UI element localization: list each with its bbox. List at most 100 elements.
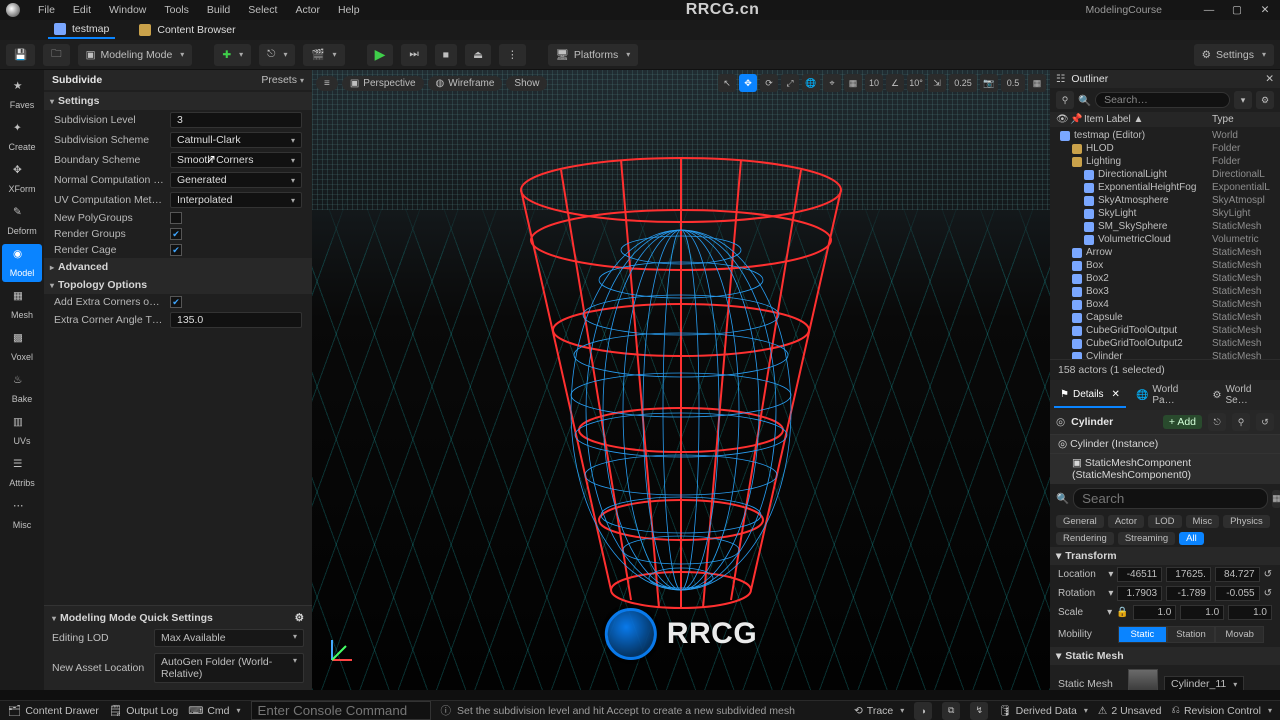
mobility-stationary[interactable]: Station — [1167, 626, 1216, 643]
tab-details[interactable]: ⚑Details✕ — [1054, 382, 1126, 408]
menu-edit[interactable]: Edit — [73, 4, 91, 16]
cat-rendering[interactable]: Rendering — [1056, 532, 1114, 545]
editor-mode-dropdown[interactable]: ▣ Modeling Mode — [78, 44, 193, 66]
location-x[interactable]: -46511 — [1117, 567, 1162, 582]
outliner-search[interactable]: Search… — [1095, 92, 1230, 108]
blueprint-button[interactable]: ⎋ — [1208, 413, 1226, 431]
palette-misc[interactable]: ⋯Misc — [2, 496, 42, 534]
outliner-close[interactable]: ✕ — [1265, 73, 1274, 85]
status-icon-2[interactable]: ⧉ — [942, 702, 960, 720]
outliner-filter[interactable]: ⚲ — [1056, 91, 1074, 109]
render-cage-checkbox[interactable] — [170, 244, 182, 256]
menu-build[interactable]: Build — [207, 4, 230, 16]
add-content-button[interactable]: ✚ — [214, 44, 251, 66]
tree-node[interactable]: Box2StaticMesh — [1050, 272, 1280, 285]
angle-snap-value[interactable]: 10° — [907, 74, 925, 92]
cat-general[interactable]: General — [1056, 515, 1104, 528]
view-options[interactable]: ▦ — [1272, 490, 1280, 508]
play-button[interactable]: ▶ — [367, 44, 394, 66]
menu-window[interactable]: Window — [109, 4, 146, 16]
palette-bake[interactable]: ♨Bake — [2, 370, 42, 408]
tree-node[interactable]: CubeGridToolOutputStaticMesh — [1050, 324, 1280, 337]
tree-node[interactable]: ExponentialHeightFogExponentialL — [1050, 181, 1280, 194]
browse-to-asset[interactable]: ⚲ — [1232, 413, 1250, 431]
camera-speed-icon[interactable]: 📷 — [980, 74, 998, 92]
tree-node[interactable]: Box4StaticMesh — [1050, 298, 1280, 311]
menu-select[interactable]: Select — [248, 4, 277, 16]
subdivision-scheme-dropdown[interactable]: Catmull-Clark — [170, 132, 302, 148]
palette-faves[interactable]: ★Faves — [2, 76, 42, 114]
cat-streaming[interactable]: Streaming — [1118, 532, 1175, 545]
section-advanced[interactable]: ▸Advanced — [44, 258, 312, 276]
palette-deform[interactable]: ✎Deform — [2, 202, 42, 240]
palette-attribs[interactable]: ☰Attribs — [2, 454, 42, 492]
presets-dropdown[interactable]: Presets — [261, 74, 304, 86]
close-button[interactable]: ✕ — [1256, 4, 1274, 16]
palette-mesh[interactable]: ▦Mesh — [2, 286, 42, 324]
tree-node[interactable]: CylinderStaticMesh — [1050, 350, 1280, 359]
sequencer-button[interactable]: 🎬 — [303, 44, 344, 66]
console-input[interactable] — [251, 701, 431, 720]
details-search[interactable] — [1073, 488, 1268, 509]
item-label-column[interactable]: Item Label ▲ — [1084, 114, 1212, 125]
grid-snap-toggle[interactable]: ▦ — [844, 74, 862, 92]
tree-node[interactable]: CapsuleStaticMesh — [1050, 311, 1280, 324]
surface-snap-toggle[interactable]: ⌖ — [823, 74, 841, 92]
play-options[interactable]: ⋮ — [499, 44, 526, 66]
tree-node[interactable]: HLODFolder — [1050, 142, 1280, 155]
save-button[interactable]: 💾 — [6, 44, 35, 66]
viewport-options[interactable]: ≡ — [316, 76, 338, 91]
new-polygroups-checkbox[interactable] — [170, 212, 182, 224]
mobility-movable[interactable]: Movab — [1215, 626, 1264, 643]
add-component-button[interactable]: + Add — [1163, 415, 1202, 429]
rotation-z[interactable]: -0.055 — [1215, 586, 1260, 601]
outliner-settings[interactable]: ⚙ — [1256, 91, 1274, 109]
actor-name[interactable]: Cylinder — [1071, 416, 1157, 428]
tab-world-settings[interactable]: ⚙World Se… — [1207, 382, 1276, 408]
reset-icon[interactable]: ↺ — [1264, 569, 1272, 580]
location-z[interactable]: 84.727 — [1215, 567, 1260, 582]
tree-node[interactable]: SkyAtmosphereSkyAtmospl — [1050, 194, 1280, 207]
quick-settings-header[interactable]: Modeling Mode Quick Settings ⚙ — [52, 610, 304, 626]
rotation-y[interactable]: -1.789 — [1166, 586, 1211, 601]
view-perspective[interactable]: ▣Perspective — [342, 76, 424, 91]
scale-x[interactable]: 1.0 — [1133, 605, 1177, 620]
editing-lod-dropdown[interactable]: Max Available — [154, 629, 304, 647]
viewport-layout[interactable]: ▦ — [1028, 74, 1046, 92]
derived-data-dropdown[interactable]: 🛢Derived Data — [998, 704, 1088, 717]
cat-actor[interactable]: Actor — [1108, 515, 1144, 528]
translate-tool[interactable]: ✥ — [739, 74, 757, 92]
tab-world-partition[interactable]: 🌐World Pa… — [1130, 382, 1203, 408]
menu-actor[interactable]: Actor — [295, 4, 320, 16]
tree-node[interactable]: VolumetricCloudVolumetric — [1050, 233, 1280, 246]
palette-uvs[interactable]: ▥UVs — [2, 412, 42, 450]
tree-node[interactable]: DirectionalLightDirectionalL — [1050, 168, 1280, 181]
cat-physics[interactable]: Physics — [1223, 515, 1270, 528]
select-tool[interactable]: ↖ — [718, 74, 736, 92]
camera-speed-value[interactable]: 0.5 — [1001, 74, 1025, 92]
new-asset-location-dropdown[interactable]: AutoGen Folder (World-Relative) — [154, 653, 304, 683]
tree-node[interactable]: BoxStaticMesh — [1050, 259, 1280, 272]
render-groups-checkbox[interactable] — [170, 228, 182, 240]
rotation-x[interactable]: 1.7903 — [1117, 586, 1162, 601]
palette-voxel[interactable]: ▩Voxel — [2, 328, 42, 366]
minimize-button[interactable]: — — [1200, 4, 1218, 16]
tree-node[interactable]: SkyLightSkyLight — [1050, 207, 1280, 220]
mobility-selector[interactable]: Static Station Movab — [1110, 624, 1272, 645]
scale-z[interactable]: 1.0 — [1228, 605, 1272, 620]
section-transform[interactable]: ▾Transform — [1050, 547, 1280, 565]
rotate-tool[interactable]: ⟳ — [760, 74, 778, 92]
outliner-columns[interactable]: 👁 📌 Item Label ▲ Type — [1050, 112, 1280, 127]
mobility-static[interactable]: Static — [1118, 626, 1167, 643]
tree-node[interactable]: SM_SkySphereStaticMesh — [1050, 220, 1280, 233]
palette-xform[interactable]: ✥XForm — [2, 160, 42, 198]
coord-space-toggle[interactable]: 🌐 — [802, 74, 820, 92]
browse-button[interactable]: 🗀 — [43, 44, 70, 66]
type-column[interactable]: Type — [1212, 114, 1274, 125]
normal-method-dropdown[interactable]: Generated — [170, 172, 302, 188]
tab-level[interactable]: testmap — [48, 21, 115, 39]
asset-picker[interactable]: Cylinder_11 — [1164, 676, 1244, 690]
settings-dropdown[interactable]: ⚙ Settings — [1194, 44, 1274, 66]
cat-all[interactable]: All — [1179, 532, 1204, 545]
reset-icon[interactable]: ↺ — [1264, 588, 1272, 599]
